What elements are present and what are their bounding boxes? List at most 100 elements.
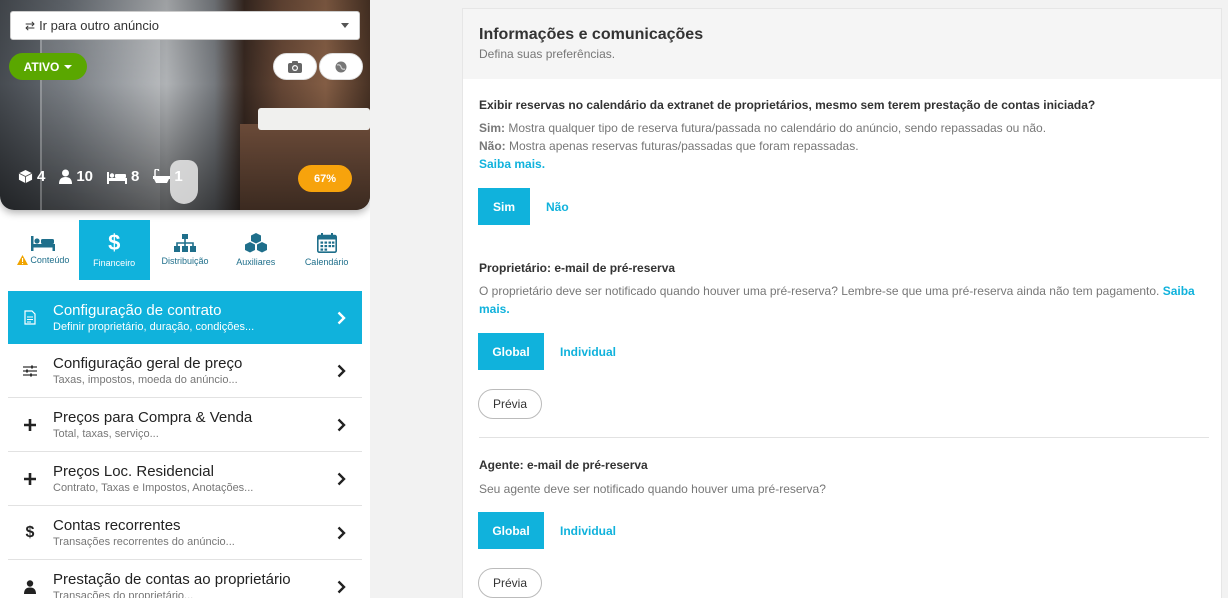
sim-text: Mostra qualquer tipo de reserva futura/p… bbox=[505, 121, 1047, 135]
menu-item-subtitle: Definir proprietário, duração, condições… bbox=[53, 321, 255, 333]
menu-item-compra-venda[interactable]: Preços para Compra & Venda Total, taxas,… bbox=[8, 398, 362, 452]
learn-more-link[interactable]: Saiba mais. bbox=[479, 157, 545, 171]
tab-financeiro-label: Financeiro bbox=[93, 258, 136, 268]
menu-item-title: Configuração de contrato bbox=[53, 302, 222, 319]
listing-photo: ⇄ Ir para outro anúncio ATIVO 4 10 8 1 6… bbox=[0, 0, 370, 210]
publish-button[interactable] bbox=[319, 53, 363, 80]
financial-menu: Configuração de contrato Definir proprie… bbox=[8, 291, 362, 598]
nao-text: Mostra apenas reservas futuras/passadas … bbox=[505, 139, 859, 153]
bed-icon bbox=[31, 236, 56, 251]
question-owner-calendar: Exibir reservas no calendário da extrane… bbox=[479, 98, 1096, 112]
page-title: Informações e comunicações bbox=[479, 26, 704, 43]
status-label: ATIVO bbox=[23, 59, 60, 74]
chevron-right-icon bbox=[334, 364, 348, 378]
menu-item-contas-recorrentes[interactable]: $ Contas recorrentes Transações recorren… bbox=[8, 506, 362, 560]
tab-auxiliares-label: Auxiliares bbox=[236, 257, 276, 267]
warning-icon bbox=[17, 255, 29, 265]
cube-icon bbox=[18, 169, 33, 184]
goto-listing-select[interactable]: ⇄ Ir para outro anúncio bbox=[10, 11, 360, 40]
plus-icon bbox=[22, 472, 38, 485]
bed-icon bbox=[107, 171, 128, 184]
question-agent-prereserve-email: Agente: e-mail de pré-reserva bbox=[479, 458, 648, 472]
caret-down-icon bbox=[64, 64, 73, 69]
cubes-icon bbox=[244, 233, 267, 253]
question-owner-calendar-desc: Sim: Mostra qualquer tipo de reserva fut… bbox=[479, 119, 1199, 173]
menu-item-title: Preços para Compra & Venda bbox=[53, 409, 253, 426]
bathtub-icon bbox=[153, 169, 171, 183]
stat-beds-value: 8 bbox=[131, 168, 140, 185]
listing-stats: 4 10 8 1 bbox=[18, 168, 183, 185]
user-icon bbox=[22, 579, 38, 594]
tab-distribuicao[interactable]: Distribuição bbox=[150, 220, 221, 280]
tab-conteudo-label: Conteúdo bbox=[30, 255, 70, 265]
stat-baths-value: 1 bbox=[174, 168, 183, 185]
menu-item-prestacao-contas[interactable]: Prestação de contas ao proprietário Tran… bbox=[8, 560, 362, 598]
completion-badge[interactable]: 67% bbox=[298, 165, 352, 192]
chevron-right-icon bbox=[334, 472, 348, 486]
section-tabs: Conteúdo $ Financeiro Distribuição Auxil… bbox=[8, 220, 362, 280]
swap-icon: ⇄ bbox=[25, 18, 36, 33]
status-dropdown-button[interactable]: ATIVO bbox=[9, 53, 87, 80]
stat-guests: 10 bbox=[59, 168, 93, 185]
menu-item-subtitle: Total, taxas, serviço... bbox=[53, 428, 159, 440]
menu-item-loc-residencial[interactable]: Preços Loc. Residencial Contrato, Taxas … bbox=[8, 452, 362, 506]
tab-distribuicao-label: Distribuição bbox=[161, 256, 209, 266]
chevron-right-icon bbox=[334, 526, 348, 540]
tab-conteudo[interactable]: Conteúdo bbox=[8, 220, 79, 280]
tab-calendario[interactable]: Calendário bbox=[291, 220, 362, 280]
nao-key: Não: bbox=[479, 139, 506, 153]
stat-units: 4 bbox=[18, 168, 45, 185]
document-icon bbox=[22, 310, 38, 325]
preview-button[interactable]: Prévia bbox=[478, 389, 542, 419]
option-individual-button[interactable]: Individual bbox=[560, 524, 616, 538]
menu-item-contrato[interactable]: Configuração de contrato Definir proprie… bbox=[8, 291, 362, 344]
option-sim-button[interactable]: Sim bbox=[478, 188, 530, 225]
menu-item-subtitle: Transações recorrentes do anúncio... bbox=[53, 536, 235, 548]
stat-beds: 8 bbox=[107, 168, 139, 185]
chevron-right-icon bbox=[334, 580, 348, 594]
dollar-icon: $ bbox=[108, 230, 121, 255]
camera-icon bbox=[288, 60, 302, 73]
card-header: Informações e comunicações Defina suas p… bbox=[463, 9, 1221, 79]
menu-item-title: Configuração geral de preço bbox=[53, 355, 243, 372]
dollar-icon: $ bbox=[25, 523, 35, 541]
option-global-button[interactable]: Global bbox=[478, 512, 544, 549]
stat-guests-value: 10 bbox=[76, 168, 94, 185]
stat-units-value: 4 bbox=[37, 168, 46, 185]
calendar-icon bbox=[316, 233, 337, 253]
page-subtitle: Defina suas preferências. bbox=[479, 47, 616, 61]
menu-item-subtitle: Taxas, impostos, moeda do anúncio... bbox=[53, 374, 238, 386]
divider bbox=[479, 437, 1209, 438]
owner-prereserve-text: O proprietário deve ser notificado quand… bbox=[479, 284, 1163, 298]
menu-item-title: Contas recorrentes bbox=[53, 517, 181, 534]
menu-item-title: Prestação de contas ao proprietário bbox=[53, 571, 291, 588]
caret-down-icon bbox=[341, 23, 349, 28]
preview-button[interactable]: Prévia bbox=[478, 568, 542, 598]
chevron-right-icon bbox=[334, 418, 348, 432]
preferences-card: Informações e comunicações Defina suas p… bbox=[462, 8, 1222, 598]
listing-sidebar: ⇄ Ir para outro anúncio ATIVO 4 10 8 1 6… bbox=[0, 0, 370, 598]
sim-key: Sim: bbox=[479, 121, 506, 135]
menu-item-subtitle: Contrato, Taxas e Impostos, Anotações... bbox=[53, 482, 254, 494]
photo-sink bbox=[258, 108, 370, 130]
option-global-button[interactable]: Global bbox=[478, 333, 544, 370]
tab-auxiliares[interactable]: Auxiliares bbox=[220, 220, 291, 280]
stat-baths: 1 bbox=[153, 168, 183, 185]
globe-icon bbox=[335, 61, 347, 72]
menu-item-preco-geral[interactable]: Configuração geral de preço Taxas, impos… bbox=[8, 344, 362, 398]
chevron-right-icon bbox=[334, 311, 348, 325]
question-agent-prereserve-desc: Seu agente deve ser notificado quando ho… bbox=[479, 482, 826, 496]
option-individual-button[interactable]: Individual bbox=[560, 345, 616, 359]
menu-item-title: Preços Loc. Residencial bbox=[53, 463, 214, 480]
photos-button[interactable] bbox=[273, 53, 317, 80]
tab-financeiro[interactable]: $ Financeiro bbox=[78, 220, 150, 280]
sliders-icon bbox=[22, 365, 38, 377]
sitemap-icon bbox=[173, 234, 196, 252]
goto-listing-label: Ir para outro anúncio bbox=[39, 18, 160, 33]
question-owner-prereserve-email: Proprietário: e-mail de pré-reserva bbox=[479, 261, 676, 275]
plus-icon bbox=[22, 418, 38, 431]
option-nao-button[interactable]: Não bbox=[546, 200, 569, 214]
tab-calendario-label: Calendário bbox=[304, 257, 349, 267]
question-owner-prereserve-desc: O proprietário deve ser notificado quand… bbox=[479, 282, 1199, 318]
menu-item-subtitle: Transações do proprietário... bbox=[53, 590, 194, 598]
